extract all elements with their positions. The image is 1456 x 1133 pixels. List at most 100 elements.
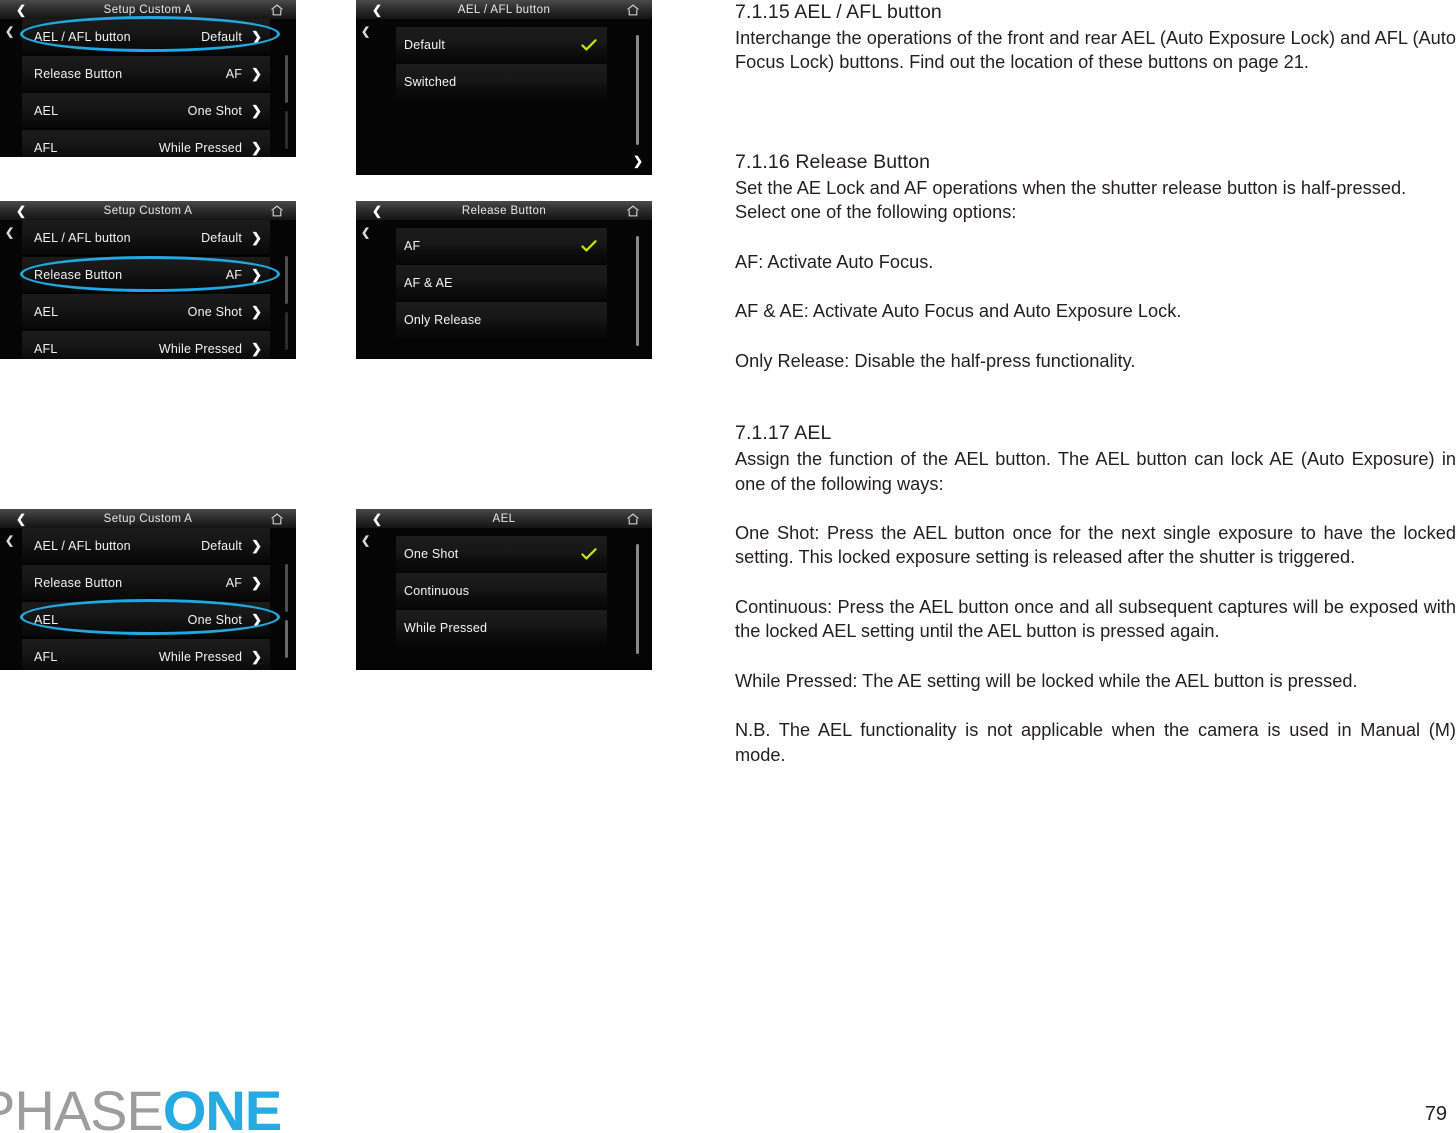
scrollbar[interactable] xyxy=(636,544,639,654)
chevron-left-icon[interactable]: ❮ xyxy=(372,205,382,217)
checkmark-icon xyxy=(581,239,597,253)
note-paragraph: N.B. The AEL functionality is not applic… xyxy=(735,720,1456,765)
menu-row-label: AEL / AFL button xyxy=(34,538,131,553)
menu-list: AEL / AFL button Default ❯ Release Butto… xyxy=(22,19,270,157)
logo-text-phase: PHASE xyxy=(0,1079,164,1133)
home-icon[interactable] xyxy=(270,512,284,525)
menu-row[interactable]: AEL One Shot ❯ xyxy=(22,602,270,638)
chevron-right-icon: ❯ xyxy=(251,649,262,664)
menu-row-value: Default xyxy=(201,230,243,245)
option-list: One Shot Continuous While Pressed xyxy=(396,536,607,647)
chevron-left-icon[interactable]: ❮ xyxy=(16,205,26,217)
screen-title: Release Button xyxy=(461,204,547,217)
menu-row[interactable]: AFL While Pressed ❯ xyxy=(22,130,270,157)
option-row[interactable]: Only Release xyxy=(396,302,607,338)
section-7-1-15: 7.1.15 AEL / AFL button Interchange the … xyxy=(735,0,1456,75)
menu-row-label: AFL xyxy=(34,341,58,356)
option-row[interactable]: AF & AE xyxy=(396,265,607,301)
menu-row-label: AEL / AFL button xyxy=(34,29,131,44)
menu-row[interactable]: Release Button AF ❯ xyxy=(22,565,270,601)
screen-body: ❮ Default Switched ❯ xyxy=(356,19,652,175)
chevron-left-icon[interactable]: ❮ xyxy=(5,27,14,38)
scrollbar-track[interactable] xyxy=(285,620,288,658)
chevron-right-icon: ❯ xyxy=(251,575,262,590)
option-row[interactable]: While Pressed xyxy=(396,610,607,646)
chevron-right-icon: ❯ xyxy=(251,304,262,319)
menu-row[interactable]: AEL One Shot ❯ xyxy=(22,93,270,129)
menu-row-label: AFL xyxy=(34,649,58,664)
menu-row[interactable]: AEL / AFL button Default ❯ xyxy=(22,220,270,256)
chevron-left-icon[interactable]: ❮ xyxy=(5,228,14,239)
menu-row-label: AEL / AFL button xyxy=(34,230,131,245)
home-icon[interactable] xyxy=(626,512,640,525)
screen-header: ❮ Setup Custom A xyxy=(0,0,296,19)
scrollbar[interactable] xyxy=(636,236,639,346)
screenshot-setup-custom-a-ael: ❮ Setup Custom A ❮ AEL / AFL button Defa… xyxy=(0,509,296,670)
chevron-right-icon: ❯ xyxy=(251,341,262,356)
scrollbar[interactable] xyxy=(285,55,288,103)
menu-row-value: One Shot xyxy=(187,612,243,627)
menu-row[interactable]: AFL While Pressed ❯ xyxy=(22,639,270,670)
body-text-column: 7.1.15 AEL / AFL button Interchange the … xyxy=(735,0,1456,767)
scrollbar[interactable] xyxy=(285,564,288,612)
menu-row[interactable]: AEL / AFL button Default ❯ xyxy=(22,19,270,55)
option-row[interactable]: One Shot xyxy=(396,536,607,572)
screenshot-release-button-options: ❮ Release Button ❮ AF AF & AE Only Relea… xyxy=(356,201,652,359)
scrollbar-track[interactable] xyxy=(285,111,288,149)
chevron-right-icon: ❯ xyxy=(251,29,262,44)
home-icon[interactable] xyxy=(626,204,640,217)
chevron-right-icon: ❯ xyxy=(251,66,262,81)
screenshot-setup-custom-a-release-button: ❮ Setup Custom A ❮ AEL / AFL button Defa… xyxy=(0,201,296,359)
chevron-left-icon[interactable]: ❮ xyxy=(361,228,370,239)
option-description-continuous: Continuous: Press the AEL button once an… xyxy=(735,596,1456,642)
screen-header: ❮ Release Button xyxy=(356,201,652,220)
logo-text-one: ONE xyxy=(162,1079,282,1133)
menu-row[interactable]: AFL While Pressed ❯ xyxy=(22,331,270,359)
home-icon[interactable] xyxy=(270,204,284,217)
home-icon[interactable] xyxy=(270,3,284,16)
chevron-left-icon[interactable]: ❮ xyxy=(16,4,26,16)
screen-header: ❮ Setup Custom A xyxy=(0,509,296,528)
screenshot-ael-options: ❮ AEL ❮ One Shot Continuous While Presse… xyxy=(356,509,652,670)
menu-row[interactable]: Release Button AF ❯ xyxy=(22,257,270,293)
menu-row[interactable]: AEL / AFL button Default ❯ xyxy=(22,528,270,564)
menu-row[interactable]: Release Button AF ❯ xyxy=(22,56,270,92)
scrollbar-track[interactable] xyxy=(285,312,288,350)
chevron-left-icon[interactable]: ❮ xyxy=(372,513,382,525)
option-row[interactable]: Switched xyxy=(396,64,607,100)
menu-row-label: AEL xyxy=(34,103,59,118)
chevron-left-icon[interactable]: ❮ xyxy=(372,4,382,16)
menu-row-value: While Pressed xyxy=(158,341,243,356)
menu-row-label: AFL xyxy=(34,140,58,155)
section-paragraph: Interchange the operations of the front … xyxy=(735,27,1456,73)
section-heading: 7.1.16 Release Button xyxy=(735,150,931,173)
option-row[interactable]: Continuous xyxy=(396,573,607,609)
option-row[interactable]: Default xyxy=(396,27,607,63)
screen-header: ❮ AEL / AFL button xyxy=(356,0,652,19)
menu-row-value: One Shot xyxy=(187,103,243,118)
menu-row-label: AEL xyxy=(34,304,59,319)
menu-row-label: Release Button xyxy=(34,66,123,81)
option-label: One Shot xyxy=(404,547,459,561)
menu-row-label: AEL xyxy=(34,612,59,627)
chevron-down-icon[interactable]: ❯ xyxy=(633,155,643,167)
chevron-left-icon[interactable]: ❮ xyxy=(5,536,14,547)
option-label: Switched xyxy=(404,75,457,89)
page-number: 79 xyxy=(1424,1103,1447,1125)
chevron-left-icon[interactable]: ❮ xyxy=(16,513,26,525)
chevron-right-icon: ❯ xyxy=(251,103,262,118)
menu-row[interactable]: AEL One Shot ❯ xyxy=(22,294,270,330)
chevron-left-icon[interactable]: ❮ xyxy=(361,536,370,547)
option-row[interactable]: AF xyxy=(396,228,607,264)
section-paragraph: Assign the function of the AEL button. T… xyxy=(735,449,1456,494)
chevron-right-icon: ❯ xyxy=(251,612,262,627)
chevron-left-icon[interactable]: ❮ xyxy=(361,27,370,38)
option-label: AF xyxy=(404,239,421,253)
scrollbar[interactable] xyxy=(636,35,639,145)
option-description-af-ae: AF & AE: Activate Auto Focus and Auto Ex… xyxy=(735,301,1182,322)
screenshot-ael-afl-button-options: ❮ AEL / AFL button ❮ Default Switched ❯ xyxy=(356,0,652,175)
scrollbar[interactable] xyxy=(285,256,288,304)
home-icon[interactable] xyxy=(626,3,640,16)
screen-title: Setup Custom A xyxy=(103,512,193,525)
